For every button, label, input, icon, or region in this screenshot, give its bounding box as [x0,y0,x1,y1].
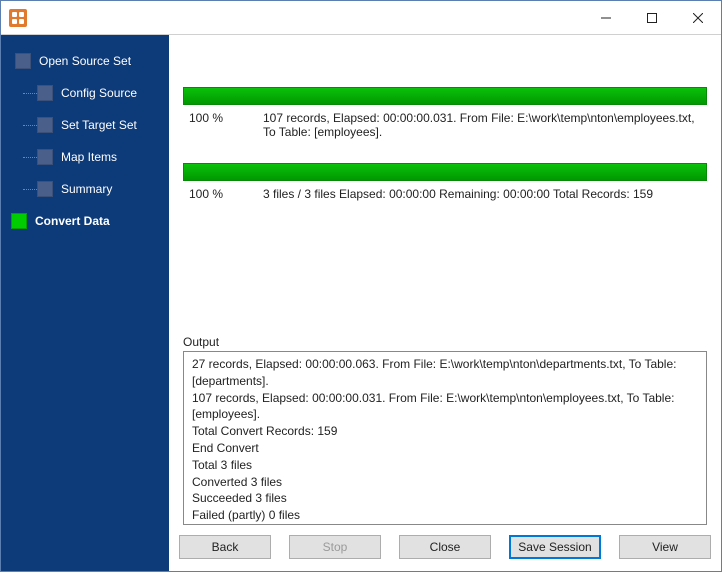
sidebar-item-open-source-set[interactable]: Open Source Set [1,45,169,77]
title-bar-left [1,9,27,27]
step-icon-active [11,213,27,229]
output-line: Succeeded 3 files [192,490,698,507]
file-progress-percent: 100 % [183,111,263,139]
button-row: Back Stop Close Save Session View [169,525,721,561]
output-line: End Convert [192,440,698,457]
file-progress-block: 100 % 107 records, Elapsed: 00:00:00.031… [183,87,707,139]
total-progress-info: 100 % 3 files / 3 files Elapsed: 00:00:0… [183,187,707,201]
output-line: Failed (partly) 0 files [192,507,698,524]
back-button[interactable]: Back [179,535,271,559]
app-window: Open Source Set Config Source Set Target… [0,0,722,572]
main-panel: 100 % 107 records, Elapsed: 00:00:00.031… [169,35,721,571]
step-icon [37,149,53,165]
file-progress-info: 100 % 107 records, Elapsed: 00:00:00.031… [183,111,707,139]
step-label: Map Items [61,150,117,164]
output-label: Output [183,335,707,349]
maximize-button[interactable] [629,1,675,34]
output-line: Converted 3 files [192,474,698,491]
total-progress-bar [183,163,707,181]
step-label: Summary [61,182,112,196]
total-progress-block: 100 % 3 files / 3 files Elapsed: 00:00:0… [183,163,707,201]
step-label: Config Source [61,86,137,100]
sidebar-item-summary[interactable]: Summary [1,173,169,205]
output-line: Total 3 files [192,457,698,474]
title-bar [1,1,721,35]
close-button[interactable]: Close [399,535,491,559]
output-textarea[interactable]: 27 records, Elapsed: 00:00:00.063. From … [183,351,707,525]
output-section: Output 27 records, Elapsed: 00:00:00.063… [183,335,707,525]
close-window-button[interactable] [675,1,721,34]
output-line: Total Convert Records: 159 [192,423,698,440]
step-icon [37,117,53,133]
minimize-button[interactable] [583,1,629,34]
output-line: 27 records, Elapsed: 00:00:00.063. From … [192,356,698,390]
file-progress-text: 107 records, Elapsed: 00:00:00.031. From… [263,111,707,139]
step-icon [37,85,53,101]
app-icon [9,9,27,27]
sidebar-item-set-target-set[interactable]: Set Target Set [1,109,169,141]
save-session-button[interactable]: Save Session [509,535,601,559]
step-icon [37,181,53,197]
view-button[interactable]: View [619,535,711,559]
sidebar-item-config-source[interactable]: Config Source [1,77,169,109]
total-progress-percent: 100 % [183,187,263,201]
window-controls [583,1,721,34]
stop-button: Stop [289,535,381,559]
step-label: Convert Data [35,214,110,228]
wizard-sidebar: Open Source Set Config Source Set Target… [1,35,169,571]
step-icon [15,53,31,69]
body: Open Source Set Config Source Set Target… [1,35,721,571]
file-progress-bar [183,87,707,105]
content-area: 100 % 107 records, Elapsed: 00:00:00.031… [169,35,721,525]
total-progress-text: 3 files / 3 files Elapsed: 00:00:00 Rema… [263,187,707,201]
step-label: Set Target Set [61,118,137,132]
sidebar-item-convert-data[interactable]: Convert Data [1,205,169,237]
sidebar-item-map-items[interactable]: Map Items [1,141,169,173]
output-line: 107 records, Elapsed: 00:00:00.031. From… [192,390,698,424]
step-label: Open Source Set [39,54,131,68]
